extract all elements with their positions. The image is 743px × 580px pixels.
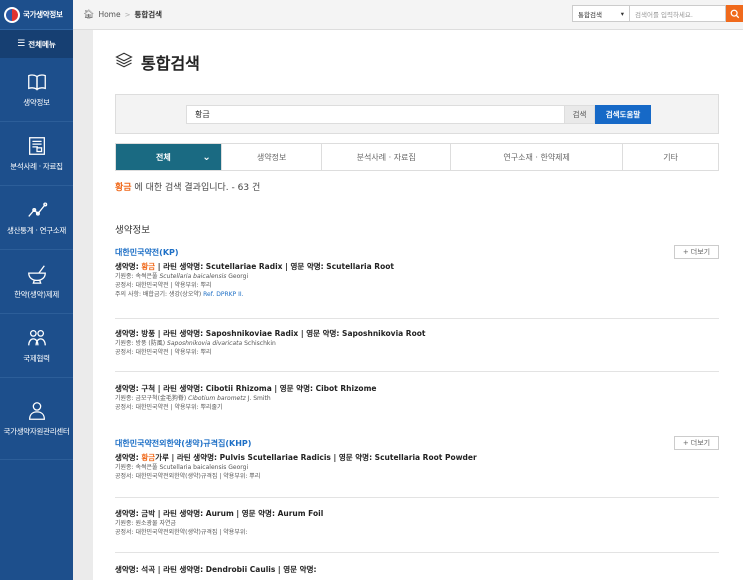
list-item: 생약명: 황금 | 라틴 생약명: Scutellariae Radix | 영… [115, 261, 719, 299]
reference-link[interactable]: Ref. DPRKP II. [203, 291, 243, 298]
logo-mark-icon [4, 6, 20, 23]
list-item: 생약명: 방풍 | 라틴 생약명: Saposhnikoviae Radix |… [115, 328, 719, 357]
entry-origin: 기원종: 금모구척(金毛狗脊) Cibotium barometz J. Smi… [115, 395, 271, 402]
more-button-kp[interactable]: + 더보기 [674, 245, 719, 259]
sidebar-item-preparations[interactable]: 한약(생약)제제 [0, 250, 73, 314]
top-search-input[interactable]: 검색어를 입력하세요. [630, 5, 726, 22]
result-summary: 황금 에 대한 검색 결과입니다. - 63 건 [115, 180, 260, 193]
chart-line-icon [26, 199, 48, 221]
entry-source: 공정서: 대한민국약전 | 약용부위: 뿌리 [115, 282, 212, 289]
tab-label: 전체 [156, 152, 171, 162]
sidebar-item-label: 한약(생약)제제 [14, 290, 59, 299]
entry-heading[interactable]: 생약명: 황금가루 | 라틴 생약명: Pulvis Scutellariae … [115, 452, 719, 463]
entry-heading[interactable]: 생약명: 황금 | 라틴 생약명: Scutellariae Radix | 영… [115, 261, 719, 272]
search-box: 황금 검색 검색도움말 [115, 94, 719, 134]
tab-all[interactable]: 전체 ⌄ [116, 144, 222, 170]
search-button[interactable]: 검색 [565, 105, 595, 124]
entry-caution: 주의 사항: 배합금기: 생강(상오약) Ref. DPRKP II. [115, 291, 244, 298]
document-icon [26, 135, 48, 157]
group-title-khp[interactable]: 대한민국약전외한약(생약)규격집(KHP) [115, 438, 251, 449]
list-item: 생약명: 황금가루 | 라틴 생약명: Pulvis Scutellariae … [115, 452, 719, 481]
entry-source: 공정서: 대한민국약전외한약(생약)규격집 | 약용부위: 뿌리 [115, 473, 261, 480]
entry-source: 공정서: 대한민국약전외한약(생약)규격집 | 약용부위: [115, 529, 248, 536]
tab-other[interactable]: 기타 [623, 144, 718, 170]
more-button-khp[interactable]: + 더보기 [674, 436, 719, 450]
list-item: 생약명: 구척 | 라틴 생약명: Cibotii Rhizoma | 영문 약… [115, 383, 719, 412]
home-icon[interactable]: 🏠︎ [83, 10, 94, 20]
chevron-down-icon: ▾ [620, 9, 624, 18]
layers-icon [115, 51, 133, 73]
list-item: 생약명: 석곡 | 라틴 생약명: Dendrobii Caulis | 영문 … [115, 564, 719, 575]
entry-origin: 기원종: 속썩은풀 Scutellaria baicalensis Georgi [115, 464, 249, 471]
sidebar-item-label: 국제협력 [23, 354, 50, 363]
sidebar: 국가생약정보 ☰ 전체메뉴 생약정보 분석사례 · 자료집 생산통계 · 연구소… [0, 0, 73, 580]
mortar-icon [26, 263, 48, 285]
book-icon [26, 71, 48, 93]
divider [115, 552, 719, 553]
breadcrumb-separator: > [124, 10, 131, 19]
plus-icon: + [682, 439, 689, 447]
sidebar-item-resource-center[interactable]: 국가생약자원관리센터 [0, 378, 73, 460]
page-title: 통합검색 [115, 50, 200, 74]
site-logo[interactable]: 국가생약정보 [0, 0, 73, 30]
hamburger-icon: ☰ [17, 39, 26, 49]
top-bar: 🏠︎ Home > 통합검색 통합검색 ▾ 검색어를 입력하세요. [73, 0, 743, 30]
divider [115, 497, 719, 498]
main-content: 통합검색 황금 검색 검색도움말 전체 ⌄ 생약정보 분석사례 · 자료집 연구… [93, 30, 743, 580]
search-help-button[interactable]: 검색도움말 [595, 105, 651, 124]
category-tabs: 전체 ⌄ 생약정보 분석사례 · 자료집 연구소재 · 한약제제 기타 [115, 143, 719, 171]
entry-heading[interactable]: 생약명: 방풍 | 라틴 생약명: Saposhnikoviae Radix |… [115, 328, 719, 339]
entry-origin: 기원종: 원소광물 자연금 [115, 520, 177, 527]
top-search-button[interactable] [726, 5, 743, 22]
breadcrumb-home[interactable]: Home [98, 10, 120, 19]
more-label: 더보기 [690, 439, 711, 447]
sidebar-item-international[interactable]: 국제협력 [0, 314, 73, 378]
search-scope-select[interactable]: 통합검색 ▾ [572, 5, 630, 22]
sidebar-item-label: 생산통계 · 연구소재 [6, 226, 67, 235]
people-icon [26, 327, 48, 349]
sidebar-item-analysis[interactable]: 분석사례 · 자료집 [0, 122, 73, 186]
all-menu-label: 전체메뉴 [28, 39, 56, 49]
entry-heading[interactable]: 생약명: 금박 | 라틴 생약명: Aurum | 영문 약명: Aurum F… [115, 508, 719, 519]
logo-text: 국가생약정보 [23, 10, 63, 19]
chevron-down-icon: ⌄ [202, 151, 211, 163]
plus-icon: + [682, 248, 689, 256]
top-search: 통합검색 ▾ 검색어를 입력하세요. [572, 5, 743, 22]
sidebar-item-label: 국가생약자원관리센터 [3, 427, 70, 436]
entry-source: 공정서: 대한민국약전 | 약용부위: 뿌리 [115, 349, 212, 356]
more-label: 더보기 [690, 248, 711, 256]
highlight-keyword: 황금 [141, 262, 156, 271]
sidebar-item-label: 생약정보 [23, 98, 50, 107]
result-keyword: 황금 [115, 183, 132, 193]
search-scope-value: 통합검색 [578, 10, 602, 19]
sidebar-item-statistics[interactable]: 생산통계 · 연구소재 [0, 186, 73, 250]
section-title: 생약정보 [115, 225, 150, 236]
breadcrumb-current: 통합검색 [134, 10, 163, 19]
person-icon [26, 400, 48, 422]
list-item: 생약명: 금박 | 라틴 생약명: Aurum | 영문 약명: Aurum F… [115, 508, 719, 537]
group-title-kp[interactable]: 대한민국약전(KP) [115, 247, 179, 258]
entry-heading[interactable]: 생약명: 석곡 | 라틴 생약명: Dendrobii Caulis | 영문 … [115, 564, 719, 575]
sidebar-item-herbal-info[interactable]: 생약정보 [0, 58, 73, 122]
entry-origin: 기원종: 방풍 (防風) Saposhnikovia divaricata Sc… [115, 340, 276, 347]
search-icon [730, 9, 739, 18]
divider [115, 371, 719, 372]
breadcrumb: 🏠︎ Home > 통합검색 [73, 9, 162, 20]
tab-herbal-info[interactable]: 생약정보 [222, 144, 323, 170]
page-title-text: 통합검색 [141, 54, 200, 73]
entry-heading[interactable]: 생약명: 구척 | 라틴 생약명: Cibotii Rhizoma | 영문 약… [115, 383, 719, 394]
search-input[interactable]: 황금 [186, 105, 565, 124]
divider [115, 318, 719, 319]
all-menu-button[interactable]: ☰ 전체메뉴 [0, 30, 73, 58]
highlight-keyword: 황금 [141, 453, 156, 462]
sidebar-item-label: 분석사례 · 자료집 [10, 162, 63, 171]
entry-source: 공정서: 대한민국약전 | 약용부위: 뿌리줄기 [115, 404, 223, 411]
tab-analysis[interactable]: 분석사례 · 자료집 [322, 144, 451, 170]
result-text: 에 대한 검색 결과입니다. - 63 건 [131, 183, 261, 193]
entry-origin: 기원종: 속썩은풀 Scutellaria baicalensis Georgi [115, 273, 249, 280]
tab-research[interactable]: 연구소재 · 한약제제 [451, 144, 624, 170]
